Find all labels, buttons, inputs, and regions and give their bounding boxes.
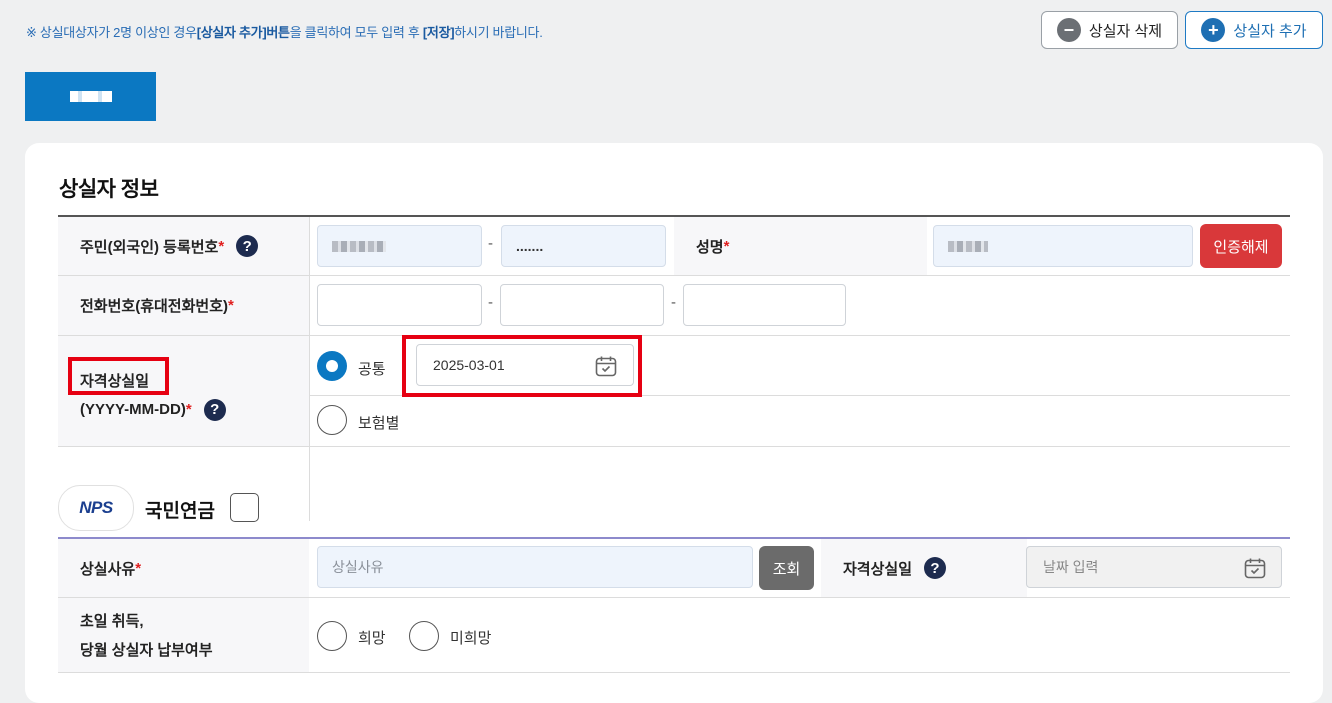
loss-date-format: (YYYY-MM-DD) bbox=[80, 401, 186, 418]
phone-first-input[interactable] bbox=[317, 284, 482, 326]
nps-reason-row: 상실사유 * 상실사유 조회 자격상실일 ? 날짜 입력 bbox=[58, 539, 1290, 598]
rrn-second-input[interactable]: ....... bbox=[501, 225, 666, 267]
phone-dash-2: - bbox=[671, 294, 676, 311]
rrn-first-redacted bbox=[332, 240, 386, 252]
rrn-label-cell: 주민(외국인) 등록번호 * ? bbox=[58, 217, 309, 275]
loss-reason-label-cell: 상실사유 * bbox=[58, 539, 309, 597]
loss-reason-input[interactable]: 상실사유 bbox=[317, 546, 753, 588]
name-label: 성명 bbox=[696, 238, 724, 256]
nps-logo-text: NPS bbox=[79, 498, 113, 517]
rrn-dash: - bbox=[488, 235, 493, 252]
lookup-button[interactable]: 조회 bbox=[759, 546, 814, 590]
required-mark: * bbox=[218, 237, 225, 255]
required-mark: * bbox=[723, 237, 730, 255]
notice-text: ※ 상실대상자가 2명 이상인 경우[상실자 추가]버튼을 클릭하여 모두 입력… bbox=[26, 25, 543, 40]
phone-label: 전화번호(휴대전화번호) bbox=[80, 298, 228, 315]
radio-want[interactable] bbox=[317, 621, 347, 651]
loss-date-format-line: (YYYY-MM-DD) * ? bbox=[80, 398, 226, 421]
person-tab[interactable] bbox=[25, 72, 156, 121]
help-icon[interactable]: ? bbox=[924, 557, 947, 579]
payment-label-line1: 초일 취득, bbox=[80, 613, 144, 630]
rrn-row: 주민(외국인) 등록번호 * ? - ....... 성명 * 인증해제 bbox=[58, 217, 1290, 276]
nps-logo: NPS bbox=[58, 485, 134, 531]
payment-label-cell: 초일 취득, 당월 상실자 납부여부 bbox=[58, 598, 309, 672]
phone-dash-1: - bbox=[488, 294, 493, 311]
person-tab-name-redacted bbox=[69, 91, 112, 102]
loss-date-row: 자격상실일 (YYYY-MM-DD) * ? 공통 2025-03-01 보험별 bbox=[58, 336, 1290, 447]
radio-common-label: 공통 bbox=[358, 361, 386, 378]
highlight-box-label bbox=[68, 357, 169, 395]
add-person-button[interactable]: + 상실자 추가 bbox=[1185, 11, 1323, 49]
name-label-cell: 성명 * bbox=[674, 217, 927, 275]
nps-loss-date-placeholder: 날짜 입력 bbox=[1043, 559, 1099, 575]
nps-loss-date-label: 자격상실일 bbox=[843, 560, 913, 578]
required-mark: * bbox=[185, 401, 192, 418]
radio-not-want[interactable] bbox=[409, 621, 439, 651]
add-person-label: 상실자 추가 bbox=[1233, 22, 1307, 40]
radio-want-label: 희망 bbox=[358, 630, 386, 647]
highlight-box-date bbox=[402, 335, 642, 397]
radio-by-insurance-label: 보험별 bbox=[358, 415, 400, 432]
payment-label-line2: 당월 상실자 납부여부 bbox=[80, 642, 213, 659]
section-title: 상실자 정보 bbox=[59, 178, 159, 201]
delete-person-label: 상실자 삭제 bbox=[1088, 22, 1163, 40]
radio-common[interactable] bbox=[317, 351, 347, 381]
nps-payment-row: 초일 취득, 당월 상실자 납부여부 희망 미희망 bbox=[58, 598, 1290, 673]
rrn-first-input[interactable] bbox=[317, 225, 482, 267]
nps-loss-date-label-cell: 자격상실일 ? bbox=[821, 539, 1027, 597]
calendar-icon[interactable] bbox=[1243, 556, 1267, 580]
delete-person-button[interactable]: − 상실자 삭제 bbox=[1041, 11, 1178, 49]
help-icon[interactable]: ? bbox=[236, 235, 259, 257]
name-input[interactable] bbox=[933, 225, 1193, 267]
phone-label-cell: 전화번호(휴대전화번호) * bbox=[58, 276, 309, 335]
rrn-label: 주민(외국인) 등록번호 bbox=[80, 238, 219, 256]
help-icon[interactable]: ? bbox=[203, 398, 226, 421]
plus-icon: + bbox=[1201, 18, 1226, 42]
radio-by-insurance[interactable] bbox=[317, 405, 347, 435]
nps-title: 국민연금 bbox=[145, 501, 215, 522]
phone-second-input[interactable] bbox=[500, 284, 664, 326]
minus-icon: − bbox=[1056, 18, 1081, 42]
loss-reason-label: 상실사유 bbox=[80, 560, 136, 578]
phone-row: 전화번호(휴대전화번호) * - - bbox=[58, 276, 1290, 336]
radio-not-want-label: 미희망 bbox=[450, 630, 492, 647]
rrn-second-value: ....... bbox=[516, 238, 544, 254]
name-redacted bbox=[948, 240, 988, 252]
phone-third-input[interactable] bbox=[683, 284, 846, 326]
required-mark: * bbox=[135, 559, 142, 577]
loss-reason-placeholder: 상실사유 bbox=[332, 559, 384, 575]
nps-checkbox[interactable] bbox=[230, 493, 259, 522]
required-mark: * bbox=[228, 297, 234, 314]
form-card: 상실자 정보 주민(외국인) 등록번호 * ? - ....... 성명 * 인증해… bbox=[25, 143, 1323, 703]
cert-release-button[interactable]: 인증해제 bbox=[1200, 224, 1282, 268]
